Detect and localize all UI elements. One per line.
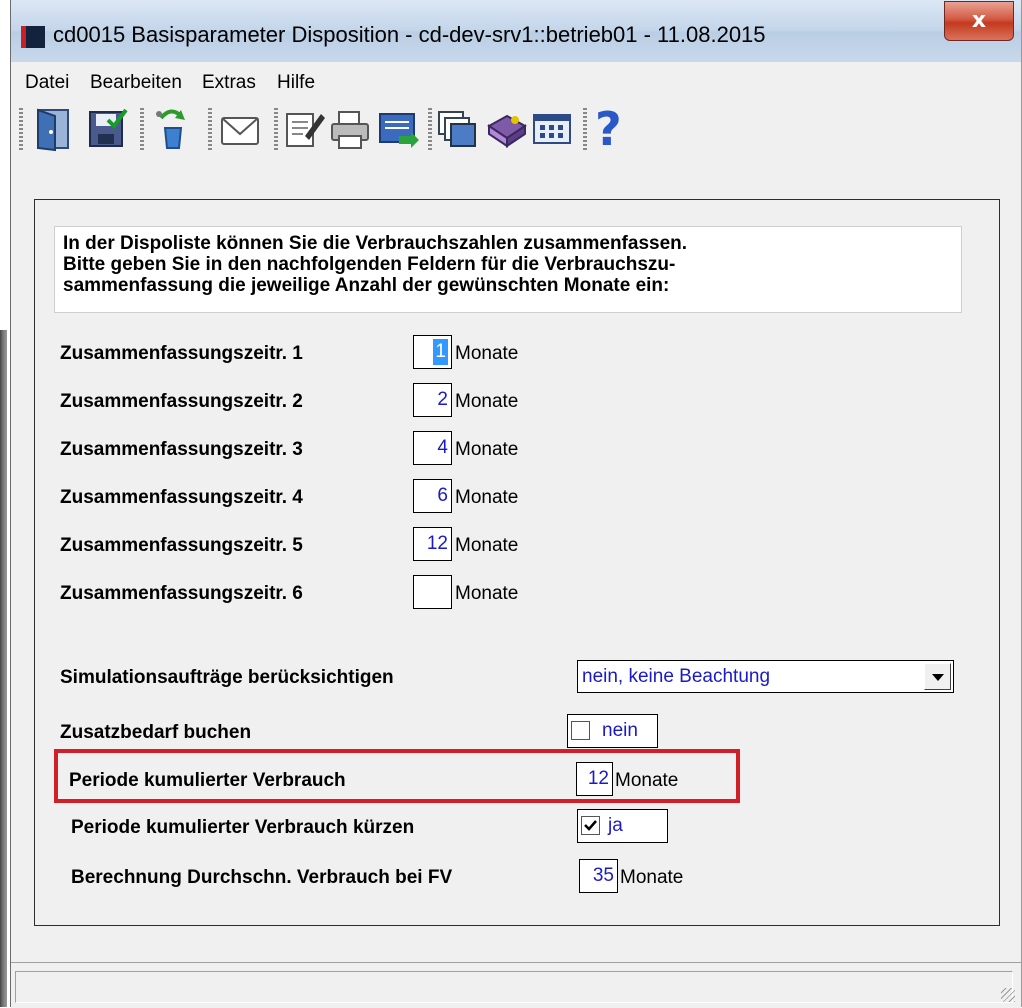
period-1-unit: Monate: [455, 343, 519, 364]
close-button[interactable]: x: [944, 1, 1014, 41]
mail-icon[interactable]: [219, 106, 261, 152]
print-icon[interactable]: [329, 106, 371, 152]
toolbar-grip[interactable]: [140, 108, 144, 150]
period-6-label: Zusammenfassungszeitr. 6: [60, 583, 303, 604]
period-5-label: Zusammenfassungszeitr. 5: [60, 535, 303, 556]
status-bar: [11, 962, 1021, 1008]
edit-document-icon[interactable]: [283, 106, 325, 152]
table-icon[interactable]: [531, 106, 573, 152]
zusatzbedarf-value: nein: [602, 720, 638, 741]
resize-grip-icon[interactable]: [1001, 988, 1015, 1002]
period-5-unit: Monate: [455, 535, 519, 556]
period-6-input[interactable]: [413, 575, 452, 609]
periode-kuerzen-field: ja: [577, 809, 668, 843]
transfer-icon[interactable]: [377, 106, 419, 152]
title-bar[interactable]: cd0015 Basisparameter Disposition - cd-d…: [11, 0, 1021, 62]
period-3-input[interactable]: 4: [413, 431, 452, 465]
zusatzbedarf-field: nein: [567, 714, 658, 748]
main-window: cd0015 Basisparameter Disposition - cd-d…: [10, 0, 1022, 1008]
periode-kuerzen-label: Periode kumulierter Verbrauch kürzen: [71, 817, 415, 838]
help-icon[interactable]: ?: [595, 106, 637, 152]
toolbar-grip[interactable]: [274, 108, 278, 150]
toolbar: ?: [11, 100, 1021, 162]
save-icon[interactable]: [86, 106, 128, 152]
periode-kum-label: Periode kumulierter Verbrauch: [69, 770, 346, 791]
durchschnitt-label: Berechnung Durchschn. Verbrauch bei FV: [71, 867, 453, 888]
toolbar-grip[interactable]: [583, 108, 587, 150]
toolbar-grip[interactable]: [428, 108, 432, 150]
toolbar-grip[interactable]: [208, 108, 212, 150]
period-6-unit: Monate: [455, 583, 519, 604]
zusatzbedarf-label: Zusatzbedarf buchen: [60, 722, 252, 743]
window-title: cd0015 Basisparameter Disposition - cd-d…: [53, 22, 766, 47]
info-line: Bitte geben Sie in den nachfolgenden Fel…: [63, 254, 676, 275]
zusatzbedarf-checkbox[interactable]: [571, 721, 590, 740]
recycle-icon[interactable]: [151, 106, 193, 152]
app-icon: [21, 26, 45, 48]
periode-kuerzen-value: ja: [608, 815, 623, 836]
toolbar-grip[interactable]: [19, 108, 23, 150]
status-pane: [15, 971, 1013, 1003]
info-line: sammenfassung die jeweilige Anzahl der g…: [63, 275, 670, 296]
windows-icon[interactable]: [437, 106, 479, 152]
parameter-panel: In der Dispoliste können Sie die Verbrau…: [34, 199, 1000, 926]
menu-extras[interactable]: Extras: [202, 72, 256, 94]
periode-kum-unit: Monate: [615, 770, 679, 791]
checkmark-icon: [584, 820, 597, 831]
menu-hilfe[interactable]: Hilfe: [277, 72, 315, 94]
period-1-label: Zusammenfassungszeitr. 1: [60, 343, 303, 364]
simulation-value: nein, keine Beachtung: [582, 666, 771, 687]
period-2-unit: Monate: [455, 391, 519, 412]
info-line: In der Dispoliste können Sie die Verbrau…: [63, 233, 688, 254]
period-3-label: Zusammenfassungszeitr. 3: [60, 439, 303, 460]
periode-kum-input[interactable]: 12: [576, 762, 613, 796]
menu-datei[interactable]: Datei: [25, 72, 69, 94]
background-window-edge: [0, 0, 10, 1007]
period-4-input[interactable]: 6: [413, 479, 452, 513]
periode-kuerzen-checkbox[interactable]: [581, 816, 600, 835]
info-text-box: In der Dispoliste können Sie die Verbrau…: [54, 226, 962, 313]
book-icon[interactable]: [485, 106, 527, 152]
period-2-input[interactable]: 2: [413, 383, 452, 417]
period-2-label: Zusammenfassungszeitr. 2: [60, 391, 303, 412]
period-1-input[interactable]: 1: [413, 335, 452, 369]
period-4-unit: Monate: [455, 487, 519, 508]
dropdown-arrow-icon[interactable]: [924, 663, 951, 690]
durchschnitt-unit: Monate: [620, 867, 684, 888]
menu-bearbeiten[interactable]: Bearbeiten: [90, 72, 182, 94]
simulation-label: Simulationsaufträge berücksichtigen: [60, 667, 394, 688]
simulation-select[interactable]: nein, keine Beachtung: [577, 660, 954, 693]
durchschnitt-input[interactable]: 35: [579, 859, 618, 893]
period-5-input[interactable]: 12: [413, 527, 452, 561]
menu-bar: Datei Bearbeiten Extras Hilfe: [11, 62, 1021, 100]
exit-door-icon[interactable]: [33, 106, 75, 152]
period-4-label: Zusammenfassungszeitr. 4: [60, 487, 303, 508]
period-3-unit: Monate: [455, 439, 519, 460]
